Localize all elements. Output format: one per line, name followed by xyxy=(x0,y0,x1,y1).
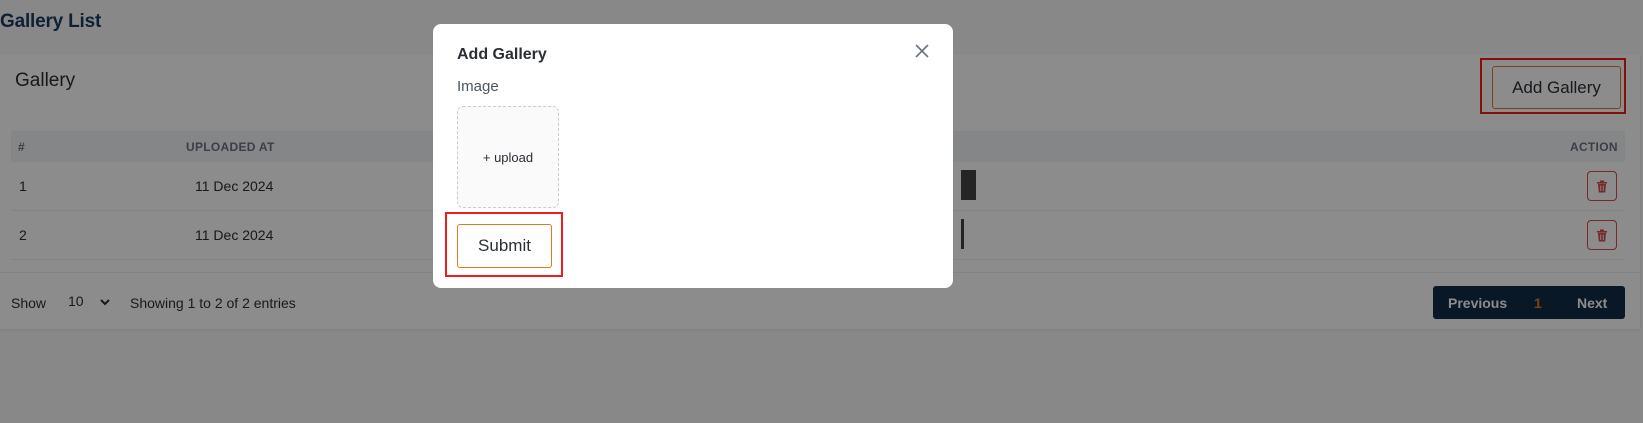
submit-button[interactable]: Submit xyxy=(457,224,552,268)
image-upload[interactable]: + upload xyxy=(457,106,559,208)
add-gallery-modal: Add Gallery Image + upload Submit xyxy=(433,24,953,288)
upload-label: + upload xyxy=(482,149,534,165)
modal-title: Add Gallery xyxy=(457,46,547,63)
close-icon[interactable] xyxy=(913,42,931,60)
image-label: Image xyxy=(457,78,499,95)
